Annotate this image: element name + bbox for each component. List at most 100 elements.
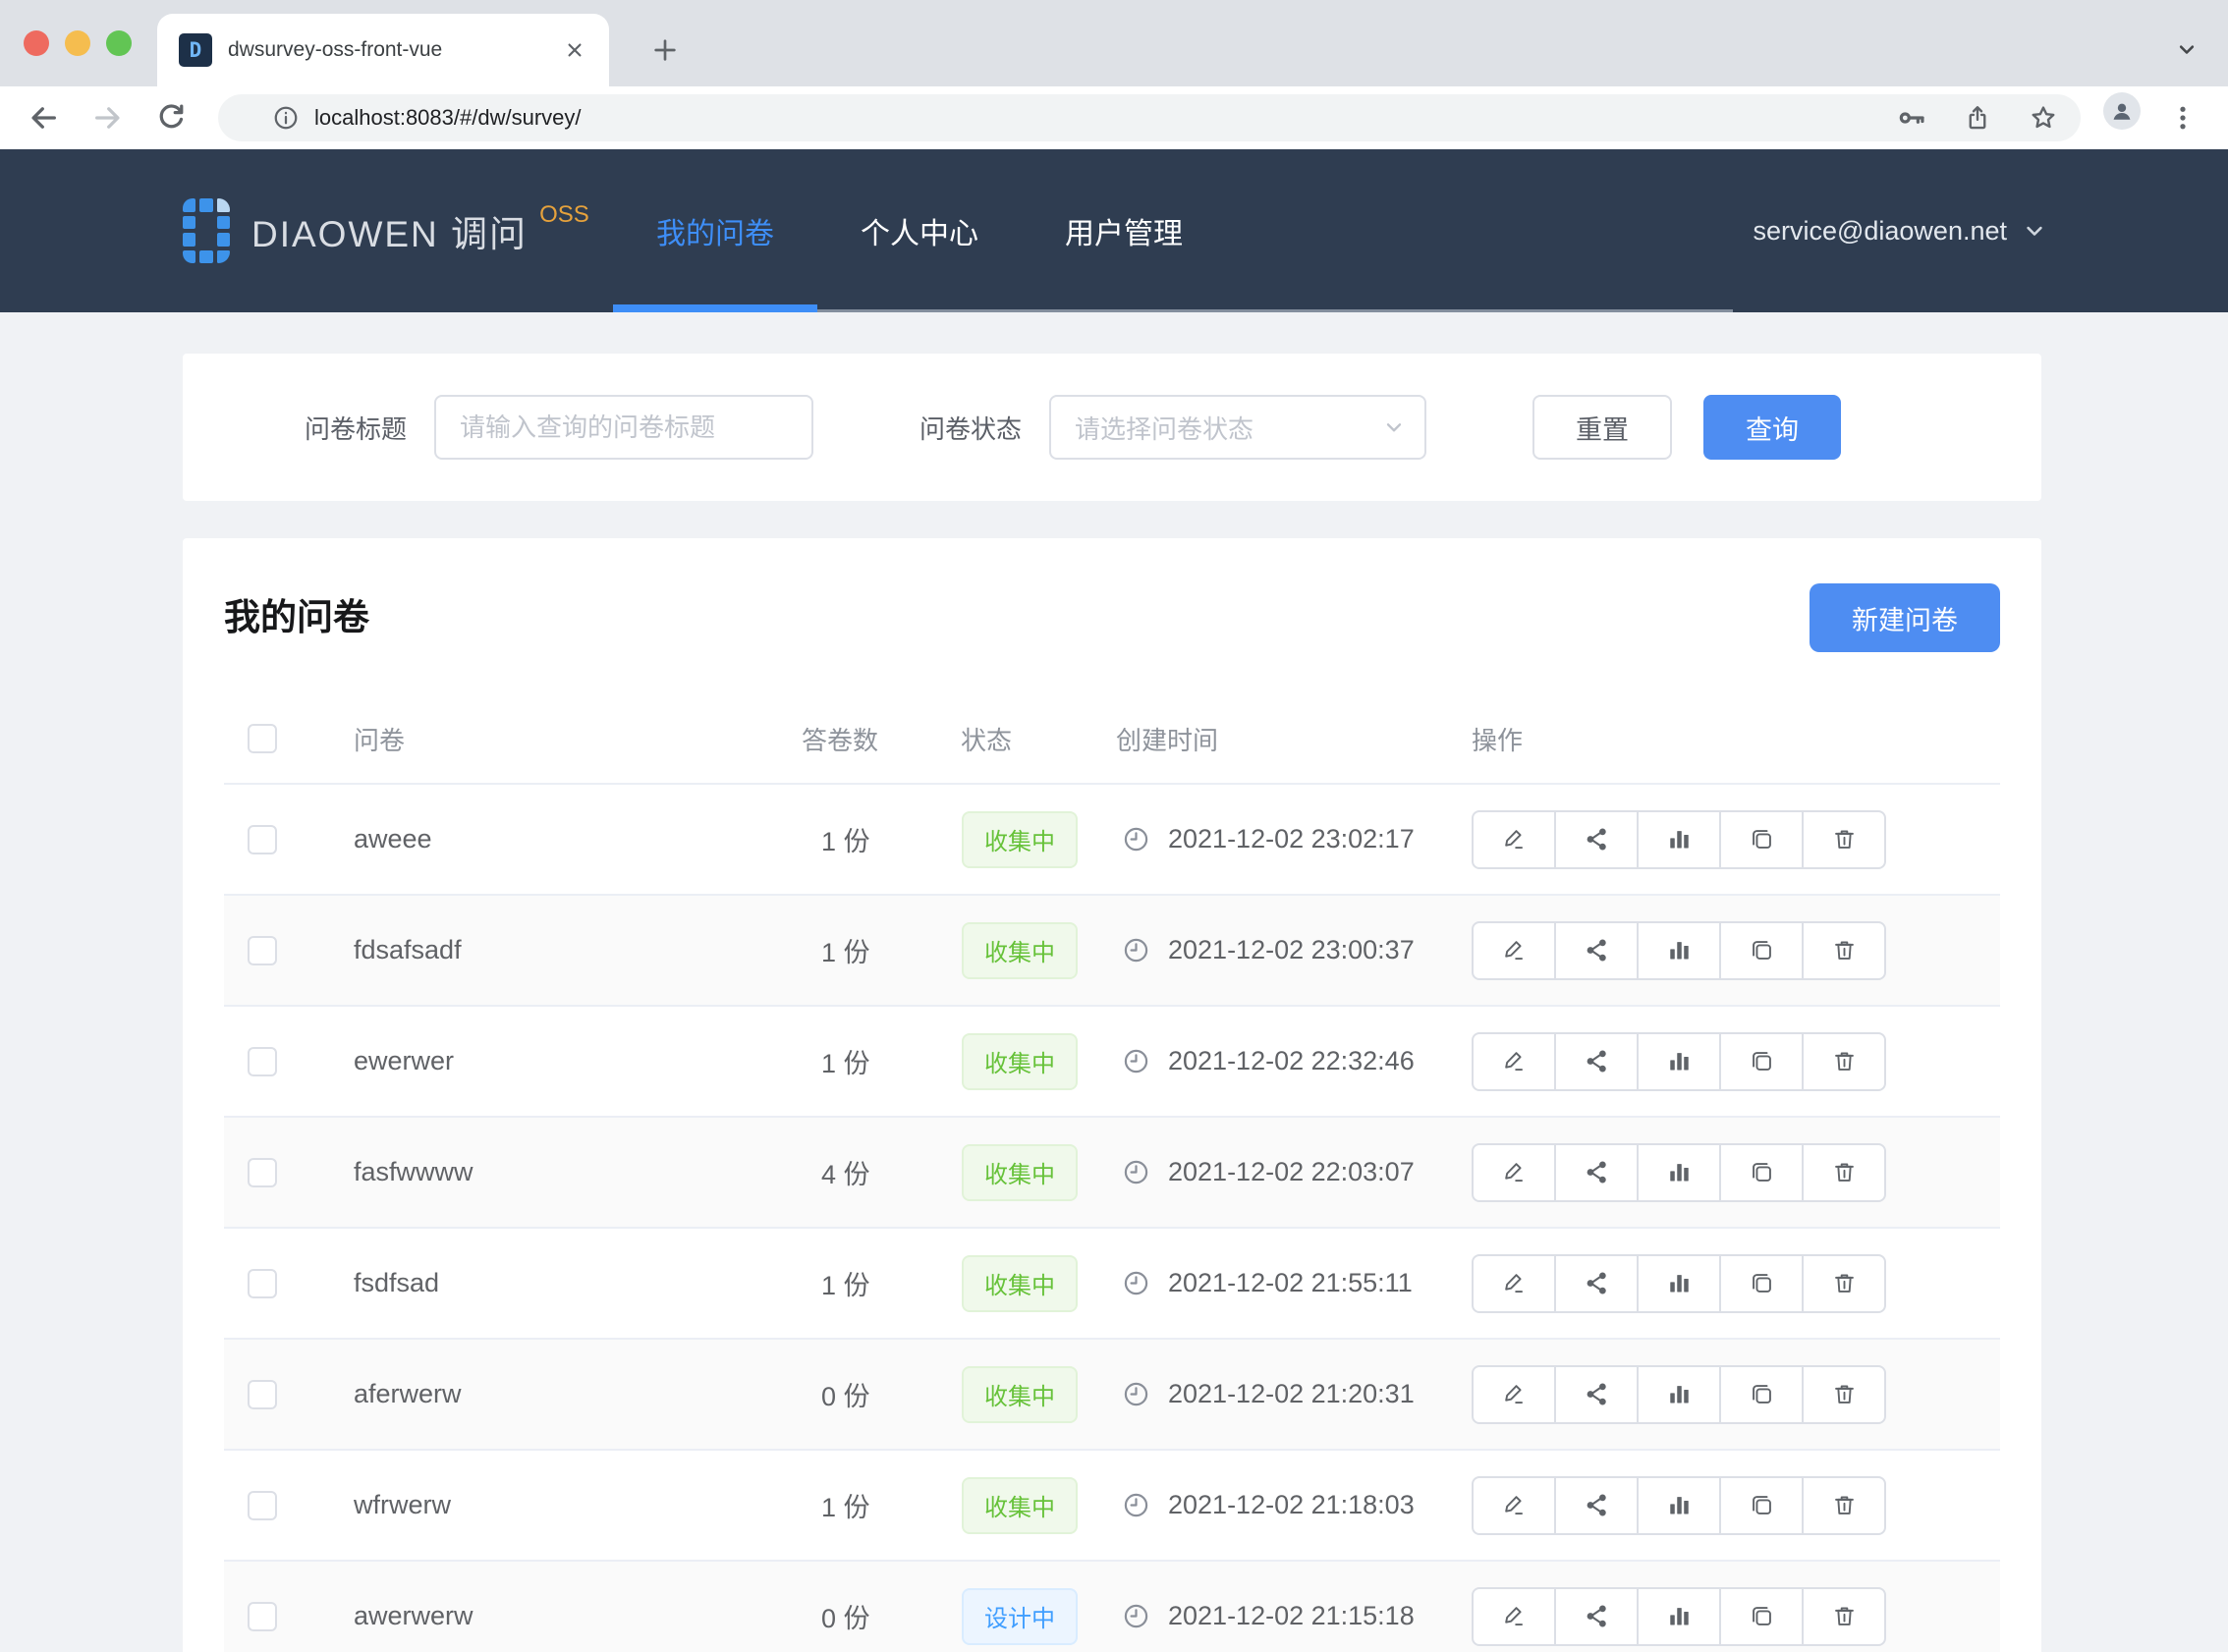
edit-button[interactable] <box>1472 1476 1556 1535</box>
table-row: wfrwerw 1 份 收集中 2021-12-02 21:18:03 <box>224 1451 2000 1562</box>
stats-button[interactable] <box>1637 810 1721 869</box>
share-button[interactable] <box>1554 1476 1639 1535</box>
nav-item-profile[interactable]: 个人中心 <box>817 149 1022 312</box>
survey-name: aferwerw <box>354 1379 462 1409</box>
page-title: 我的问卷 <box>224 583 369 652</box>
favicon: D <box>179 33 212 67</box>
copy-button[interactable] <box>1719 921 1804 980</box>
bookmark-star-icon[interactable] <box>2028 102 2059 134</box>
edit-button[interactable] <box>1472 1365 1556 1424</box>
status-badge: 收集中 <box>962 1255 1078 1312</box>
stats-button[interactable] <box>1637 1365 1721 1424</box>
reload-icon[interactable] <box>147 94 195 141</box>
window-minimize-button[interactable] <box>65 30 90 56</box>
create-survey-button[interactable]: 新建问卷 <box>1810 583 2000 652</box>
col-created: 创建时间 <box>1116 721 1218 757</box>
window-zoom-button[interactable] <box>106 30 132 56</box>
row-checkbox[interactable] <box>248 1047 277 1076</box>
window-close-button[interactable] <box>24 30 49 56</box>
user-menu[interactable]: service@diaowen.net <box>1753 149 2048 312</box>
tab-close-icon[interactable] <box>562 37 587 63</box>
site-info-icon[interactable] <box>271 103 301 133</box>
row-checkbox[interactable] <box>248 936 277 965</box>
delete-button[interactable] <box>1802 1143 1886 1202</box>
delete-button[interactable] <box>1802 1476 1886 1535</box>
url-text[interactable]: localhost:8083/#/dw/survey/ <box>314 105 1861 131</box>
user-email: service@diaowen.net <box>1753 216 2007 247</box>
reset-button[interactable]: 重置 <box>1532 395 1672 460</box>
edit-button[interactable] <box>1472 1143 1556 1202</box>
share-button[interactable] <box>1554 1254 1639 1313</box>
copy-button[interactable] <box>1719 1476 1804 1535</box>
browser-menu-icon[interactable] <box>2161 94 2204 141</box>
stats-button[interactable] <box>1637 1143 1721 1202</box>
created-time: 2021-12-02 21:15:18 <box>1168 1601 1415 1631</box>
created-time: 2021-12-02 23:00:37 <box>1168 935 1415 965</box>
copy-button[interactable] <box>1719 1254 1804 1313</box>
table-row: aferwerw 0 份 收集中 2021-12-02 21:20:31 <box>224 1340 2000 1451</box>
copy-button[interactable] <box>1719 1365 1804 1424</box>
share-button[interactable] <box>1554 921 1639 980</box>
answer-count: 1 份 <box>821 931 870 969</box>
survey-name: aweee <box>354 824 432 854</box>
brand-logo[interactable]: DIAOWEN 调问 OSS <box>183 149 589 312</box>
back-icon[interactable] <box>20 94 67 141</box>
row-checkbox[interactable] <box>248 825 277 854</box>
browser-profile-avatar[interactable] <box>2103 92 2141 130</box>
edit-button[interactable] <box>1472 1254 1556 1313</box>
status-badge: 收集中 <box>962 1144 1078 1201</box>
stats-button[interactable] <box>1637 1254 1721 1313</box>
row-checkbox[interactable] <box>248 1158 277 1187</box>
copy-button[interactable] <box>1719 1143 1804 1202</box>
share-button[interactable] <box>1554 1587 1639 1646</box>
new-tab-button[interactable] <box>641 26 690 75</box>
delete-button[interactable] <box>1802 1587 1886 1646</box>
select-all-checkbox[interactable] <box>248 724 277 753</box>
row-checkbox[interactable] <box>248 1602 277 1631</box>
nav-item-my-surveys[interactable]: 我的问卷 <box>613 149 817 312</box>
copy-button[interactable] <box>1719 1587 1804 1646</box>
created-time: 2021-12-02 22:32:46 <box>1168 1046 1415 1076</box>
stats-button[interactable] <box>1637 1476 1721 1535</box>
password-key-icon[interactable] <box>1896 102 1927 134</box>
survey-status-select[interactable]: 请选择问卷状态 <box>1049 395 1426 460</box>
url-bar[interactable]: localhost:8083/#/dw/survey/ <box>218 94 2081 141</box>
created-time: 2021-12-02 21:20:31 <box>1168 1379 1415 1409</box>
survey-name: fsdfsad <box>354 1268 439 1298</box>
stats-button[interactable] <box>1637 1587 1721 1646</box>
delete-button[interactable] <box>1802 1365 1886 1424</box>
created-time: 2021-12-02 22:03:07 <box>1168 1157 1415 1187</box>
edit-button[interactable] <box>1472 921 1556 980</box>
tab-search-chevron-icon[interactable] <box>2167 29 2206 69</box>
forward-icon[interactable] <box>84 94 132 141</box>
stats-button[interactable] <box>1637 921 1721 980</box>
survey-title-input[interactable] <box>434 395 813 460</box>
share-button[interactable] <box>1554 1032 1639 1091</box>
delete-button[interactable] <box>1802 1032 1886 1091</box>
col-answers: 答卷数 <box>802 721 878 757</box>
browser-tab[interactable]: D dwsurvey-oss-front-vue <box>157 14 609 86</box>
delete-button[interactable] <box>1802 1254 1886 1313</box>
delete-button[interactable] <box>1802 921 1886 980</box>
edit-button[interactable] <box>1472 1587 1556 1646</box>
row-checkbox[interactable] <box>248 1269 277 1298</box>
table-row: fdsafsadf 1 份 收集中 2021-12-02 23:00:37 <box>224 896 2000 1007</box>
copy-button[interactable] <box>1719 1032 1804 1091</box>
share-button[interactable] <box>1554 1143 1639 1202</box>
status-badge: 收集中 <box>962 1477 1078 1534</box>
edit-button[interactable] <box>1472 1032 1556 1091</box>
table-row: awerwerw 0 份 设计中 2021-12-02 21:15:18 <box>224 1562 2000 1652</box>
search-button[interactable]: 查询 <box>1703 395 1841 460</box>
delete-button[interactable] <box>1802 810 1886 869</box>
nav-item-user-management[interactable]: 用户管理 <box>1022 149 1226 312</box>
share-button[interactable] <box>1554 1365 1639 1424</box>
answer-count: 1 份 <box>821 820 870 858</box>
row-checkbox[interactable] <box>248 1491 277 1520</box>
share-page-icon[interactable] <box>1963 103 1992 133</box>
stats-button[interactable] <box>1637 1032 1721 1091</box>
share-button[interactable] <box>1554 810 1639 869</box>
row-checkbox[interactable] <box>248 1380 277 1409</box>
table-body: aweee 1 份 收集中 2021-12-02 23:02:17 <box>224 785 2000 1652</box>
edit-button[interactable] <box>1472 810 1556 869</box>
copy-button[interactable] <box>1719 810 1804 869</box>
